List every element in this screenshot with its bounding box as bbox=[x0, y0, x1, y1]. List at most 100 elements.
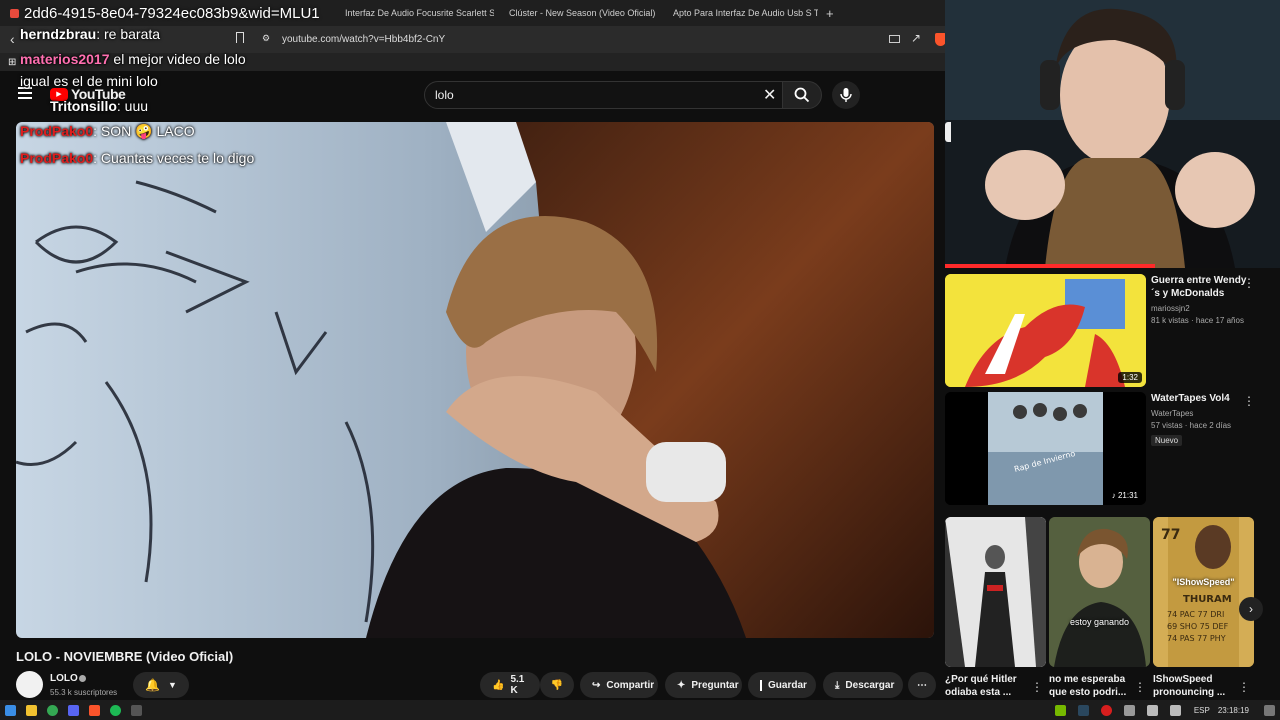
search-button[interactable] bbox=[782, 81, 822, 109]
like-button[interactable]: 👍 5.1 K bbox=[480, 672, 540, 698]
suggested-video-meta: 81 k vistas · hace 17 años bbox=[1151, 316, 1244, 325]
chat-username: ProdPako0 bbox=[20, 150, 94, 166]
suggested-video-title[interactable]: WaterTapes Vol4 bbox=[1151, 392, 1249, 405]
file-explorer-icon[interactable] bbox=[26, 704, 37, 716]
clear-search-icon[interactable]: ✕ bbox=[763, 85, 776, 105]
tray-opera-icon[interactable] bbox=[1100, 704, 1112, 716]
browser-tab-4[interactable]: Apto Para Interfaz De Audio Usb S Te bbox=[658, 0, 818, 26]
short-thumbnail: estoy ganando bbox=[1049, 517, 1150, 667]
svg-text:74 PAS 77 PHY: 74 PAS 77 PHY bbox=[1167, 634, 1226, 643]
thumbs-up-icon: 👍 bbox=[492, 679, 505, 691]
video-thumbnail: 1:32 bbox=[945, 274, 1146, 387]
video-player[interactable] bbox=[16, 122, 934, 638]
suggested-video[interactable]: Rap de Invierno ♪ 21:31 WaterTapes Vol4 … bbox=[945, 392, 1275, 506]
svg-text:74 PAC 77 DRI: 74 PAC 77 DRI bbox=[1167, 610, 1224, 619]
thumbs-down-icon: 👎 bbox=[550, 679, 564, 691]
tray-nvidia-icon[interactable] bbox=[1054, 704, 1066, 716]
subscribe-bell-button[interactable]: 🔔 ▼ bbox=[133, 672, 189, 698]
discord-icon[interactable] bbox=[68, 704, 79, 716]
download-label: Descargar bbox=[845, 679, 895, 691]
windows-start-icon[interactable] bbox=[5, 704, 16, 716]
keyboard-language[interactable]: ESP bbox=[1194, 706, 1210, 715]
browser-tab-3[interactable]: Clúster - New Season (Video Oficial) bbox=[494, 0, 658, 26]
tab-label: Apto Para Interfaz De Audio Usb S Te bbox=[673, 8, 818, 18]
share-label: Compartir bbox=[606, 679, 655, 691]
svg-text:THURAM: THURAM bbox=[1183, 594, 1232, 605]
more-options-icon[interactable]: ⋮ bbox=[1243, 394, 1255, 408]
ask-button[interactable]: ✦ Preguntar bbox=[665, 672, 742, 698]
share-button[interactable]: ↪ Compartir bbox=[580, 672, 658, 698]
microphone-icon bbox=[840, 88, 852, 102]
browser-tab-2[interactable]: Interfaz De Audio Focusrite Scarlett S bbox=[330, 0, 494, 26]
chat-text: : SON 🤪 LACO bbox=[93, 123, 195, 139]
download-button[interactable]: ⤓ Descargar bbox=[823, 672, 903, 698]
save-label: Guardar bbox=[768, 679, 807, 691]
short-item[interactable]: estoy ganando no me esperaba que esto po… bbox=[1049, 517, 1150, 700]
suggested-video-channel[interactable]: mariossjn2 bbox=[1151, 304, 1249, 313]
share-arrow-icon: ↪ bbox=[592, 679, 601, 691]
site-info-icon[interactable]: ⚙ bbox=[262, 33, 270, 44]
short-overlay-text: estoy ganando bbox=[1069, 617, 1130, 627]
browser-tab-1[interactable]: 2dd6-4915-8e04-79324ec083b9&wid=MLU1 bbox=[0, 0, 330, 26]
save-button[interactable]: Guardar bbox=[748, 672, 816, 698]
suggested-video-title[interactable]: Guerra entre Wendy ´s y McDonalds bbox=[1151, 274, 1249, 300]
svg-text:77: 77 bbox=[1161, 527, 1180, 543]
dislike-button[interactable]: 👎 bbox=[540, 672, 574, 698]
more-options-icon[interactable]: ⋮ bbox=[1031, 680, 1043, 694]
back-icon[interactable]: ‹ bbox=[10, 31, 15, 47]
chat-text: : uuu bbox=[116, 98, 149, 114]
video-frame bbox=[16, 122, 934, 638]
tray-steam-icon[interactable] bbox=[1077, 704, 1089, 716]
chrome-icon[interactable] bbox=[47, 704, 58, 716]
spotify-icon[interactable] bbox=[110, 704, 121, 716]
channel-name[interactable]: LOLO bbox=[50, 673, 78, 684]
more-options-icon[interactable]: ⋮ bbox=[1243, 276, 1255, 290]
chat-text: : Cuantas veces te lo digo bbox=[93, 150, 255, 166]
share-icon[interactable]: ↗ bbox=[911, 31, 921, 45]
webcam-overlay bbox=[945, 0, 1280, 268]
channel-avatar[interactable] bbox=[16, 671, 43, 698]
video-title: LOLO - NOVIEMBRE (Video Oficial) bbox=[16, 649, 234, 664]
short-overlay-text: "IShowSpeed" bbox=[1172, 577, 1235, 587]
more-actions-button[interactable]: ⋯ bbox=[908, 672, 936, 698]
suggested-video[interactable]: 1:32 Guerra entre Wendy ´s y McDonalds m… bbox=[945, 274, 1275, 388]
tab-label: 2dd6-4915-8e04-79324ec083b9&wid=MLU1 bbox=[24, 4, 320, 22]
bookmark-icon[interactable] bbox=[236, 32, 244, 43]
search-input[interactable]: lolo bbox=[424, 81, 788, 109]
bookmark-save-icon bbox=[760, 679, 762, 691]
tray-network-icon[interactable] bbox=[1146, 704, 1158, 716]
apps-grid-icon[interactable]: ⊞ bbox=[8, 57, 16, 68]
video-thumbnail: Rap de Invierno ♪ 21:31 bbox=[945, 392, 1146, 505]
voice-search-button[interactable] bbox=[832, 81, 860, 109]
chat-username: materios2017 bbox=[20, 51, 110, 67]
video-duration: ♪ 21:31 bbox=[1107, 490, 1142, 501]
notifications-icon[interactable] bbox=[1264, 704, 1275, 716]
shorts-next-button[interactable]: › bbox=[1239, 597, 1263, 621]
new-badge: Nuevo bbox=[1151, 435, 1183, 446]
short-title[interactable]: IShowSpeed pronouncing ... bbox=[1153, 673, 1239, 699]
tab-favicon-icon bbox=[10, 8, 19, 18]
tray-shield-icon[interactable] bbox=[1123, 704, 1135, 716]
chat-username: herndzbrau bbox=[20, 26, 97, 42]
browser-tab-bar: 2dd6-4915-8e04-79324ec083b9&wid=MLU1 Int… bbox=[0, 0, 950, 26]
chat-message: ProdPako0: Cuantas veces te lo digo bbox=[20, 150, 254, 166]
app-icon[interactable] bbox=[131, 704, 142, 716]
url-field[interactable]: youtube.com/watch?v=Hbb4bf2-CnY bbox=[282, 34, 445, 45]
download-icon: ⤓ bbox=[835, 679, 840, 691]
tab-label: Clúster - New Season (Video Oficial) bbox=[509, 8, 656, 18]
short-item[interactable]: ¿Por qué Hitler odiaba esta ... bbox=[945, 517, 1046, 700]
tray-volume-icon[interactable] bbox=[1169, 704, 1181, 716]
sparkle-icon: ✦ bbox=[677, 679, 686, 691]
short-thumbnail bbox=[945, 517, 1046, 667]
webcam-frame bbox=[945, 0, 1280, 268]
short-title[interactable]: ¿Por qué Hitler odiaba esta ... bbox=[945, 673, 1033, 699]
system-clock[interactable]: 23:18:19 bbox=[1218, 706, 1249, 715]
short-title[interactable]: no me esperaba que esto podri... bbox=[1049, 673, 1135, 699]
more-options-icon[interactable]: ⋮ bbox=[1238, 680, 1250, 694]
new-tab-button[interactable]: + bbox=[818, 6, 842, 21]
brave-icon[interactable] bbox=[89, 704, 100, 716]
suggested-video-channel[interactable]: WaterTapes bbox=[1151, 409, 1249, 418]
cast-icon[interactable] bbox=[889, 35, 900, 43]
more-options-icon[interactable]: ⋮ bbox=[1134, 680, 1146, 694]
chat-message: materios2017 el mejor video de lolo bbox=[20, 51, 246, 67]
